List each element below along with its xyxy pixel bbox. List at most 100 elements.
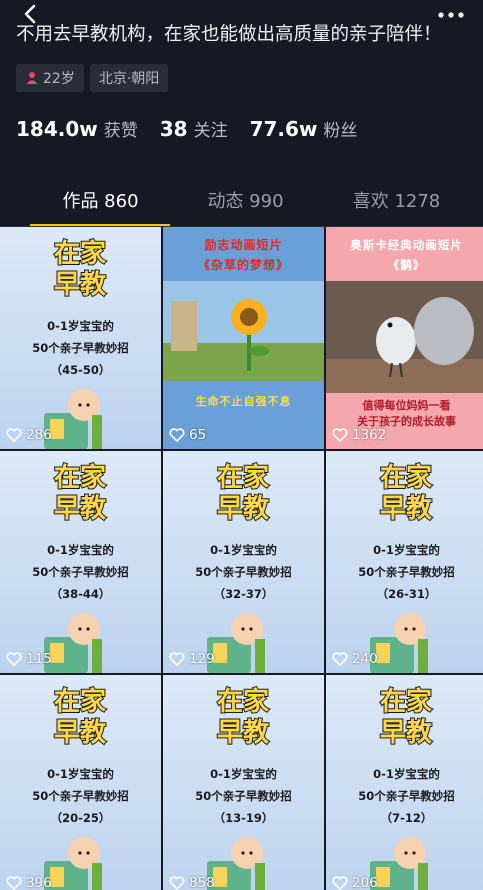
age-tag: 22岁 <box>16 64 84 92</box>
heart-icon <box>6 876 22 890</box>
bird-scene-image <box>326 281 483 393</box>
edu-title-line2: 50个亲子早教妙招 <box>195 565 292 579</box>
like-count-value: 65 <box>189 427 207 443</box>
logo-line2: 早教 <box>54 270 106 299</box>
like-count-value: 396 <box>26 875 52 890</box>
edu-title-line2: 50个亲子早教妙招 <box>358 565 455 579</box>
like-count: 858 <box>169 875 215 890</box>
logo-line1: 在家 <box>54 462 106 493</box>
edu-title-line1: 0-1岁宝宝的 <box>210 543 277 557</box>
like-count: 286 <box>6 427 52 443</box>
sunflower-scene-image <box>163 281 324 381</box>
heart-icon <box>169 876 185 890</box>
edu-title-line2: 50个亲子早教妙招 <box>358 789 455 803</box>
location-tag: 北京·朝阳 <box>89 64 169 92</box>
video-card[interactable]: 奥斯卡经典动画短片 《鹬》 值得每位妈妈一看 关于孩子的成长故事 1362 <box>326 227 483 449</box>
heart-icon <box>332 652 348 666</box>
video-card[interactable]: 在家 早教 0-1岁宝宝的 50个亲子早教妙招 （38-44） 115 <box>0 451 161 673</box>
like-count: 1362 <box>332 427 386 443</box>
edu-title-line1: 0-1岁宝宝的 <box>373 767 440 781</box>
tab-activity[interactable]: 动态 990 <box>165 176 326 224</box>
tab-liked[interactable]: 喜欢 1278 <box>316 176 477 224</box>
poster-caption: 生命不止自强不息 <box>195 395 292 408</box>
video-card[interactable]: 在家 早教 0-1岁宝宝的 50个亲子早教妙招 （45-50） 286 <box>0 227 161 449</box>
edu-range: （20-25） <box>50 811 111 825</box>
poster-title: 奥斯卡经典动画短片 <box>350 238 463 252</box>
like-count: 115 <box>6 651 52 667</box>
edu-title-line1: 0-1岁宝宝的 <box>47 767 114 781</box>
profile-stats: 184.0w 获赞 38 关注 77.6w 粉丝 <box>16 116 379 141</box>
video-card[interactable]: 在家 早教 0-1岁宝宝的 50个亲子早教妙招 （26-31） 240 <box>326 451 483 673</box>
stat-following[interactable]: 38 关注 <box>160 116 228 141</box>
video-card[interactable]: 在家 早教 0-1岁宝宝的 50个亲子早教妙招 （32-37） 129 <box>163 451 324 673</box>
home-early-edu-logo: 在家 早教 <box>53 237 107 299</box>
top-bar <box>0 0 483 24</box>
stat-followers-label: 粉丝 <box>323 121 358 141</box>
heart-icon <box>6 428 22 442</box>
like-count-value: 206 <box>352 875 378 890</box>
stat-following-label: 关注 <box>193 121 228 141</box>
logo-line2: 早教 <box>54 494 106 523</box>
logo-line2: 早教 <box>380 718 432 747</box>
edu-title-line1: 0-1岁宝宝的 <box>47 319 114 333</box>
female-icon <box>26 72 38 84</box>
like-count: 206 <box>332 875 378 890</box>
edu-range: （13-19） <box>213 811 274 825</box>
stat-followers[interactable]: 77.6w 粉丝 <box>250 116 358 141</box>
edu-range: （38-44） <box>50 587 111 601</box>
edu-title-line1: 0-1岁宝宝的 <box>373 543 440 557</box>
poster-title: 励志动画短片 <box>204 238 283 252</box>
stat-likes-label: 获赞 <box>103 121 138 141</box>
like-count-value: 240 <box>352 651 378 667</box>
logo-line2: 早教 <box>380 494 432 523</box>
edu-title-line2: 50个亲子早教妙招 <box>195 789 292 803</box>
stat-followers-value: 77.6w <box>249 117 318 141</box>
like-count: 129 <box>169 651 215 667</box>
home-early-edu-logo: 在家 早教 <box>379 685 433 747</box>
home-early-edu-logo: 在家 早教 <box>379 461 433 523</box>
edu-range: （32-37） <box>213 587 274 601</box>
home-early-edu-logo: 在家 早教 <box>53 685 107 747</box>
edu-range: （7-12） <box>380 811 433 825</box>
logo-line1: 在家 <box>54 238 106 269</box>
like-count-value: 129 <box>189 651 215 667</box>
tab-works[interactable]: 作品 860 <box>20 176 181 224</box>
profile-tabs: 作品 860 动态 990 喜欢 1278 <box>0 176 483 227</box>
poster-subtitle: 《杂草的梦想》 <box>197 258 289 272</box>
home-early-edu-logo: 在家 早教 <box>53 461 107 523</box>
age-tag-label: 22岁 <box>43 71 75 87</box>
heart-icon <box>169 428 185 442</box>
heart-icon <box>6 652 22 666</box>
like-count-value: 286 <box>26 427 52 443</box>
edu-title-line2: 50个亲子早教妙招 <box>32 565 129 579</box>
heart-icon <box>332 876 348 890</box>
edu-range: （26-31） <box>376 587 437 601</box>
edu-title-line2: 50个亲子早教妙招 <box>32 789 129 803</box>
like-count: 240 <box>332 651 378 667</box>
heart-icon <box>169 652 185 666</box>
video-grid: 在家 早教 0-1岁宝宝的 50个亲子早教妙招 （45-50） 286 励志动画… <box>0 227 483 890</box>
logo-line2: 早教 <box>217 718 269 747</box>
stat-likes[interactable]: 184.0w 获赞 <box>16 116 138 141</box>
heart-icon <box>332 428 348 442</box>
more-options-icon[interactable] <box>437 10 465 20</box>
video-card[interactable]: 在家 早教 0-1岁宝宝的 50个亲子早教妙招 （20-25） 396 <box>0 675 161 890</box>
logo-line1: 在家 <box>217 462 269 493</box>
logo-line2: 早教 <box>217 494 269 523</box>
stat-likes-value: 184.0w <box>16 117 98 141</box>
like-count-value: 858 <box>189 875 215 890</box>
video-card[interactable]: 在家 早教 0-1岁宝宝的 50个亲子早教妙招 （7-12） 206 <box>326 675 483 890</box>
like-count: 65 <box>169 427 206 443</box>
video-card[interactable]: 励志动画短片 《杂草的梦想》 生命不止自强不息 65 <box>163 227 324 449</box>
like-count-value: 1362 <box>352 427 387 443</box>
logo-line1: 在家 <box>54 686 106 717</box>
video-card[interactable]: 在家 早教 0-1岁宝宝的 50个亲子早教妙招 （13-19） 858 <box>163 675 324 890</box>
edu-title-line2: 50个亲子早教妙招 <box>32 341 129 355</box>
logo-line2: 早教 <box>54 718 106 747</box>
home-early-edu-logo: 在家 早教 <box>216 461 270 523</box>
poster-subtitle: 《鹬》 <box>387 258 426 272</box>
profile-bio: 不用去早教机构，在家也能做出高质量的亲子陪伴！ <box>16 24 442 45</box>
edu-title-line1: 0-1岁宝宝的 <box>210 767 277 781</box>
edu-range: （45-50） <box>50 363 111 377</box>
logo-line1: 在家 <box>217 686 269 717</box>
